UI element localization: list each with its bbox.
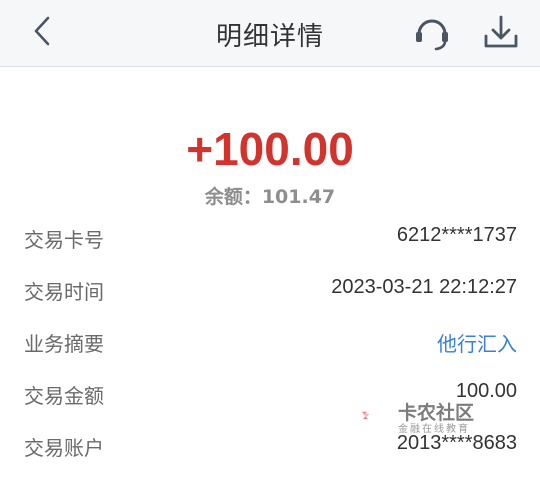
transaction-amount: +100.00 — [186, 123, 354, 175]
top-bar: 明细详情 — [0, 0, 540, 67]
detail-label: 业务摘要 — [24, 332, 104, 356]
headset-icon[interactable] — [412, 12, 452, 52]
detail-row-card-number: 交易卡号 6212****1737 — [0, 216, 540, 256]
summary-link[interactable]: 他行汇入 — [437, 328, 517, 357]
download-icon[interactable] — [481, 12, 521, 52]
detail-label: 交易账户 — [24, 436, 104, 460]
watermark-logo-icon — [361, 411, 370, 420]
detail-value: 2013****8683 — [396, 432, 517, 454]
detail-label: 交易时间 — [24, 280, 104, 304]
watermark-subtext: 金融在线教育 — [398, 424, 470, 435]
detail-label: 交易金额 — [24, 384, 104, 408]
detail-label: 交易卡号 — [24, 228, 104, 252]
page-title: 明细详情 — [215, 22, 324, 52]
balance-text: 余额：101.47 — [204, 186, 336, 208]
detail-row-summary: 业务摘要 他行汇入 — [0, 320, 540, 360]
detail-value: 2023-03-21 22:12:27 — [331, 276, 517, 298]
detail-value: 6212****1737 — [396, 224, 517, 246]
detail-row-time: 交易时间 2023-03-21 22:12:27 — [0, 268, 540, 308]
